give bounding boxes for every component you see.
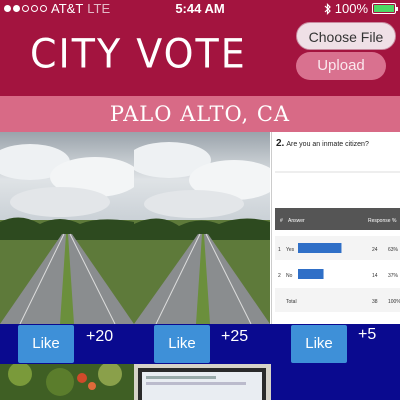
post-actions-3: Like +5 xyxy=(271,324,400,364)
choose-file-button[interactable]: Choose File xyxy=(296,22,396,50)
survey-row-pct: 37% xyxy=(388,273,399,279)
post-photo-1[interactable] xyxy=(0,132,134,324)
highway-photo xyxy=(134,132,270,324)
app-header: CITY VOTE Choose File Upload xyxy=(0,18,400,96)
survey-header-num: # xyxy=(280,218,283,224)
battery-icon xyxy=(372,3,398,14)
survey-row-answer: Total xyxy=(286,299,297,305)
like-button[interactable]: Like xyxy=(154,325,210,363)
survey-row-num: 2 xyxy=(278,273,281,279)
survey-row xyxy=(275,262,400,286)
status-bar: AT&T LTE 5:44 AM 100% xyxy=(0,0,400,18)
survey-row-response: 38 xyxy=(372,299,378,305)
like-button[interactable]: Like xyxy=(291,325,347,363)
post-actions-1: Like +20 xyxy=(0,324,134,364)
like-button[interactable]: Like xyxy=(18,325,74,363)
survey-header-pct: % xyxy=(392,218,397,224)
garden-photo xyxy=(0,364,134,400)
survey-row-pct: 63% xyxy=(388,247,399,253)
highway-photo xyxy=(0,132,134,324)
survey-row-answer: Yes xyxy=(286,247,295,253)
upload-button[interactable]: Upload xyxy=(296,52,386,80)
survey-row-pct: 100% xyxy=(388,299,400,305)
post-photo-2[interactable] xyxy=(134,132,270,324)
bluetooth-icon xyxy=(324,2,331,15)
post-photo-6[interactable] xyxy=(271,364,400,400)
status-right: 100% xyxy=(324,1,398,16)
survey-header-answer: Answer xyxy=(288,218,305,224)
app-title: CITY VOTE xyxy=(30,30,247,78)
post-survey-screenshot[interactable]: 2. Are you an inmate citizen? # Answer Re… xyxy=(271,132,400,324)
like-count: +20 xyxy=(86,328,114,345)
survey-row-answer: No xyxy=(286,273,293,279)
post-photo-4[interactable] xyxy=(0,364,134,400)
survey-table: # Answer Response % 1 Yes 24 63% 2 No 14 37% Tot… xyxy=(275,171,400,312)
survey-row-num: 1 xyxy=(278,247,281,253)
survey-rows: 1 Yes 24 63% 2 No 14 37% Total 38 100% xyxy=(275,236,400,312)
survey-bar xyxy=(298,243,342,253)
survey-row-response: 24 xyxy=(372,247,378,253)
like-count: +25 xyxy=(221,328,249,345)
post-photo-5[interactable] xyxy=(134,364,271,400)
location-title: PALO ALTO, CA xyxy=(0,96,400,132)
survey-header-response: Response xyxy=(368,218,391,224)
screen-photo xyxy=(134,364,271,400)
survey-bar xyxy=(298,269,324,279)
battery-percent: 100% xyxy=(334,1,368,16)
survey-row-response: 14 xyxy=(372,273,378,279)
like-count: +5 xyxy=(358,326,377,343)
post-actions-2: Like +25 xyxy=(134,324,271,364)
